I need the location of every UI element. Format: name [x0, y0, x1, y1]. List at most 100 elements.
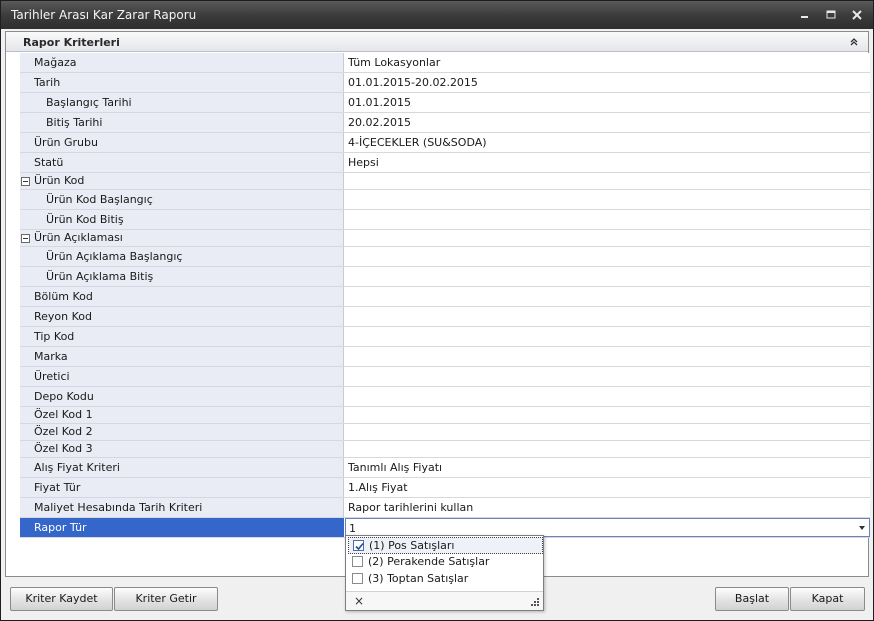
- row-label: Depo Kodu: [20, 387, 344, 406]
- row-label: Statü: [20, 153, 344, 172]
- checkbox-checked-icon[interactable]: [353, 540, 364, 551]
- row-value[interactable]: [345, 424, 870, 440]
- row-label: Maliyet Hesabında Tarih Kriteri: [20, 498, 344, 517]
- row-value[interactable]: Tüm Lokasyonlar: [345, 53, 870, 72]
- row-value[interactable]: 1.Alış Fiyat: [345, 478, 870, 497]
- grid-row-urun-kod-baslangic[interactable]: Ürün Kod Başlangıç: [20, 190, 870, 210]
- row-label: Üretici: [20, 367, 344, 386]
- grid-row-tip-kod[interactable]: Tip Kod: [20, 327, 870, 347]
- combo-value: 1: [349, 522, 356, 535]
- row-label: Tip Kod: [20, 327, 344, 346]
- row-label: Başlangıç Tarihi: [20, 93, 344, 112]
- report-window: Tarihler Arası Kar Zarar Raporu Rapor Kr…: [0, 0, 874, 621]
- row-value[interactable]: 01.01.2015: [345, 93, 870, 112]
- grid-row-bolum-kod[interactable]: Bölüm Kod: [20, 287, 870, 307]
- grid-row-marka[interactable]: Marka: [20, 347, 870, 367]
- row-value[interactable]: [345, 287, 870, 306]
- row-value[interactable]: [345, 247, 870, 266]
- grid-row-uretici[interactable]: Üretici: [20, 367, 870, 387]
- close-window-button[interactable]: [846, 5, 868, 25]
- row-value[interactable]: [345, 267, 870, 286]
- grid-row-baslangic-tarihi[interactable]: Başlangıç Tarihi 01.01.2015: [20, 93, 870, 113]
- row-label: Özel Kod 3: [20, 441, 344, 457]
- option-pos-satislari[interactable]: (1) Pos Satışları: [348, 537, 543, 554]
- grid-row-tarih[interactable]: Tarih 01.01.2015-20.02.2015: [20, 73, 870, 93]
- row-label: Ürün Kod Başlangıç: [20, 190, 344, 209]
- grid-row-ozel-kod-2[interactable]: Özel Kod 2: [20, 424, 870, 441]
- option-label: (1) Pos Satışları: [369, 539, 455, 552]
- start-button[interactable]: Başlat: [715, 587, 789, 611]
- row-label: Ürün Kod: [20, 173, 344, 189]
- row-label: Özel Kod 2: [20, 424, 344, 440]
- row-value[interactable]: [345, 210, 870, 229]
- grid-row-ozel-kod-1[interactable]: Özel Kod 1: [20, 407, 870, 424]
- row-label: Tarih: [20, 73, 344, 92]
- criteria-group-header[interactable]: Rapor Kriterleri: [6, 32, 868, 52]
- option-label: (3) Toptan Satışlar: [368, 572, 469, 585]
- property-grid: Mağaza Tüm Lokasyonlar Tarih 01.01.2015-…: [20, 53, 870, 538]
- grid-row-urun-kod-bitis[interactable]: Ürün Kod Bitiş: [20, 210, 870, 230]
- row-value[interactable]: 20.02.2015: [345, 113, 870, 132]
- checkbox-icon[interactable]: [352, 573, 363, 584]
- row-label: Marka: [20, 347, 344, 366]
- row-value[interactable]: [345, 367, 870, 386]
- close-button[interactable]: Kapat: [790, 587, 865, 611]
- save-criteria-button[interactable]: Kriter Kaydet: [10, 587, 113, 611]
- checkbox-icon[interactable]: [352, 556, 363, 567]
- grid-row-fiyat-tur[interactable]: Fiyat Tür 1.Alış Fiyat: [20, 478, 870, 498]
- criteria-panel: Rapor Kriterleri Mağaza Tüm Lokasyonlar …: [5, 31, 870, 577]
- title-bar[interactable]: Tarihler Arası Kar Zarar Raporu: [1, 1, 873, 29]
- row-label: Ürün Grubu: [20, 133, 344, 152]
- grid-row-ozel-kod-3[interactable]: Özel Kod 3: [20, 441, 870, 458]
- row-label: Rapor Tür: [20, 518, 344, 537]
- grid-row-urun-kod[interactable]: Ürün Kod: [20, 173, 870, 190]
- row-value[interactable]: Tanımlı Alış Fiyatı: [345, 458, 870, 477]
- row-value[interactable]: [345, 190, 870, 209]
- row-value[interactable]: [345, 387, 870, 406]
- row-value[interactable]: [345, 327, 870, 346]
- chevron-down-icon[interactable]: [859, 526, 865, 530]
- row-label: Ürün Açıklama Başlangıç: [20, 247, 344, 266]
- row-label: Ürün Açıklama Bitiş: [20, 267, 344, 286]
- row-value[interactable]: [345, 347, 870, 366]
- row-value[interactable]: [345, 173, 870, 189]
- grid-row-urun-aciklama-bitis[interactable]: Ürün Açıklama Bitiş: [20, 267, 870, 287]
- row-value[interactable]: 4-İÇECEKLER (SU&SODA): [345, 133, 870, 152]
- row-label: Ürün Kod Bitiş: [20, 210, 344, 229]
- grid-row-maliyet-tarih-kriteri[interactable]: Maliyet Hesabında Tarih Kriteri Rapor ta…: [20, 498, 870, 518]
- row-value[interactable]: [345, 441, 870, 457]
- collapse-minus-icon[interactable]: [21, 234, 30, 243]
- row-label: Alış Fiyat Kriteri: [20, 458, 344, 477]
- row-value[interactable]: [345, 407, 870, 423]
- option-toptan-satislar[interactable]: (3) Toptan Satışlar: [348, 571, 543, 588]
- row-value[interactable]: Hepsi: [345, 153, 870, 172]
- minimize-icon: [800, 16, 808, 18]
- collapse-minus-icon[interactable]: [21, 177, 30, 186]
- row-value[interactable]: [345, 230, 870, 246]
- row-label: Bölüm Kod: [20, 287, 344, 306]
- collapse-up-icon[interactable]: [848, 36, 860, 48]
- grid-row-alis-fiyat-kriteri[interactable]: Alış Fiyat Kriteri Tanımlı Alış Fiyatı: [20, 458, 870, 478]
- minimize-button[interactable]: [793, 5, 815, 25]
- row-label: Ürün Açıklaması: [20, 230, 344, 246]
- resize-grip-icon[interactable]: [530, 597, 540, 607]
- close-icon: [852, 10, 862, 20]
- window-title: Tarihler Arası Kar Zarar Raporu: [11, 8, 197, 22]
- grid-row-urun-aciklama-baslangic[interactable]: Ürün Açıklama Başlangıç: [20, 247, 870, 267]
- load-criteria-button[interactable]: Kriter Getir: [114, 587, 218, 611]
- grid-row-statu[interactable]: Statü Hepsi: [20, 153, 870, 173]
- row-value[interactable]: Rapor tarihlerini kullan: [345, 498, 870, 517]
- grid-row-urun-grubu[interactable]: Ürün Grubu 4-İÇECEKLER (SU&SODA): [20, 133, 870, 153]
- maximize-button[interactable]: [820, 5, 842, 25]
- grid-row-bitis-tarihi[interactable]: Bitiş Tarihi 20.02.2015: [20, 113, 870, 133]
- close-popup-icon[interactable]: ×: [354, 594, 364, 608]
- grid-row-urun-aciklamasi[interactable]: Ürün Açıklaması: [20, 230, 870, 247]
- row-value[interactable]: 01.01.2015-20.02.2015: [345, 73, 870, 92]
- dropdown-footer: ×: [346, 591, 543, 610]
- row-value[interactable]: [345, 307, 870, 326]
- grid-row-magaza[interactable]: Mağaza Tüm Lokasyonlar: [20, 53, 870, 73]
- grid-row-reyon-kod[interactable]: Reyon Kod: [20, 307, 870, 327]
- option-perakende-satislar[interactable]: (2) Perakende Satışlar: [348, 554, 543, 571]
- grid-row-depo-kodu[interactable]: Depo Kodu: [20, 387, 870, 407]
- row-label: Mağaza: [20, 53, 344, 72]
